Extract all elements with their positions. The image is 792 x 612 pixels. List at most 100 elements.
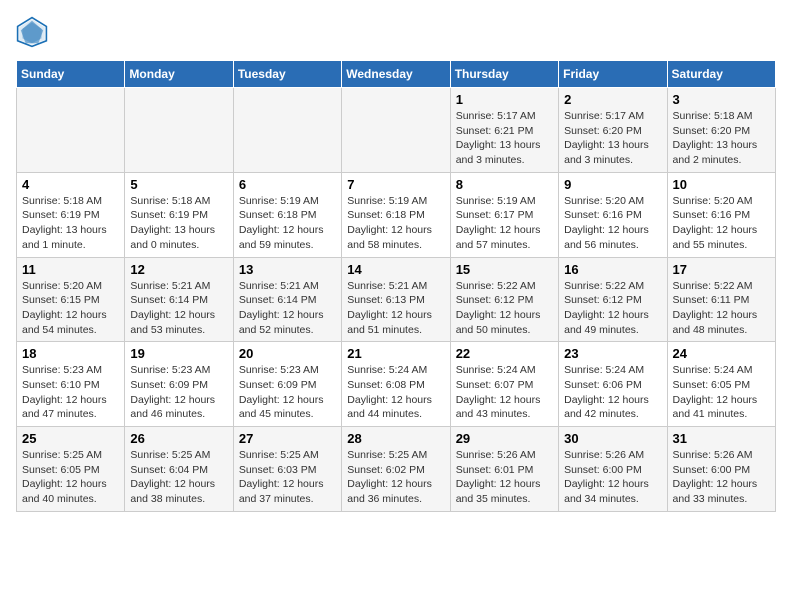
- day-cell: [17, 88, 125, 173]
- day-number: 23: [564, 346, 661, 361]
- day-info: Sunrise: 5:25 AM Sunset: 6:02 PM Dayligh…: [347, 448, 444, 507]
- day-cell: 19Sunrise: 5:23 AM Sunset: 6:09 PM Dayli…: [125, 342, 233, 427]
- day-info: Sunrise: 5:25 AM Sunset: 6:05 PM Dayligh…: [22, 448, 119, 507]
- week-row-1: 1 Sunrise: 5:17 AM Sunset: 6:21 PM Daylig…: [17, 88, 776, 173]
- day-number: 13: [239, 262, 336, 277]
- day-cell: 12 Sunrise: 5:21 AM Sunset: 6:14 PM Dayli…: [125, 257, 233, 342]
- day-number: 28: [347, 431, 444, 446]
- header-cell-saturday: Saturday: [667, 61, 775, 88]
- day-number: 4: [22, 177, 119, 192]
- day-cell: 2Sunrise: 5:17 AM Sunset: 6:20 PM Daylig…: [559, 88, 667, 173]
- day-number: 20: [239, 346, 336, 361]
- day-cell: 24 Sunrise: 5:24 AM Sunset: 6:05 PM Dayli…: [667, 342, 775, 427]
- day-info: Sunrise: 5:25 AM Sunset: 6:04 PM Dayligh…: [130, 448, 227, 507]
- calendar-body: 1 Sunrise: 5:17 AM Sunset: 6:21 PM Daylig…: [17, 88, 776, 512]
- day-info: Sunrise: 5:17 AM Sunset: 6:21 PM Dayligh…: [456, 109, 553, 168]
- day-number: 9: [564, 177, 661, 192]
- day-cell: 22 Sunrise: 5:24 AM Sunset: 6:07 PM Dayli…: [450, 342, 558, 427]
- day-cell: 15 Sunrise: 5:22 AM Sunset: 6:12 PM Dayli…: [450, 257, 558, 342]
- day-number: 12: [130, 262, 227, 277]
- calendar-table: SundayMondayTuesdayWednesdayThursdayFrid…: [16, 60, 776, 512]
- day-cell: 20 Sunrise: 5:23 AM Sunset: 6:09 PM Dayli…: [233, 342, 341, 427]
- day-number: 21: [347, 346, 444, 361]
- day-cell: 10 Sunrise: 5:20 AM Sunset: 6:16 PM Dayli…: [667, 172, 775, 257]
- day-info: Sunrise: 5:21 AM Sunset: 6:14 PM Dayligh…: [130, 279, 227, 338]
- day-number: 2: [564, 92, 661, 107]
- day-number: 18: [22, 346, 119, 361]
- day-number: 15: [456, 262, 553, 277]
- header-cell-wednesday: Wednesday: [342, 61, 450, 88]
- day-number: 25: [22, 431, 119, 446]
- day-info: Sunrise: 5:18 AM Sunset: 6:19 PM Dayligh…: [22, 194, 119, 253]
- day-cell: 11Sunrise: 5:20 AM Sunset: 6:15 PM Dayli…: [17, 257, 125, 342]
- day-number: 6: [239, 177, 336, 192]
- week-row-4: 18 Sunrise: 5:23 AM Sunset: 6:10 PM Dayli…: [17, 342, 776, 427]
- day-info: Sunrise: 5:18 AM Sunset: 6:19 PM Dayligh…: [130, 194, 227, 253]
- day-cell: 29Sunrise: 5:26 AM Sunset: 6:01 PM Dayli…: [450, 427, 558, 512]
- day-cell: 16 Sunrise: 5:22 AM Sunset: 6:12 PM Dayli…: [559, 257, 667, 342]
- day-cell: 1 Sunrise: 5:17 AM Sunset: 6:21 PM Daylig…: [450, 88, 558, 173]
- day-number: 16: [564, 262, 661, 277]
- day-number: 31: [673, 431, 770, 446]
- day-info: Sunrise: 5:24 AM Sunset: 6:08 PM Dayligh…: [347, 363, 444, 422]
- day-number: 26: [130, 431, 227, 446]
- day-cell: 8Sunrise: 5:19 AM Sunset: 6:17 PM Daylig…: [450, 172, 558, 257]
- day-number: 22: [456, 346, 553, 361]
- day-info: Sunrise: 5:19 AM Sunset: 6:17 PM Dayligh…: [456, 194, 553, 253]
- day-number: 30: [564, 431, 661, 446]
- header-cell-thursday: Thursday: [450, 61, 558, 88]
- day-cell: 18 Sunrise: 5:23 AM Sunset: 6:10 PM Dayli…: [17, 342, 125, 427]
- day-info: Sunrise: 5:19 AM Sunset: 6:18 PM Dayligh…: [347, 194, 444, 253]
- day-info: Sunrise: 5:26 AM Sunset: 6:00 PM Dayligh…: [564, 448, 661, 507]
- day-info: Sunrise: 5:21 AM Sunset: 6:14 PM Dayligh…: [239, 279, 336, 338]
- day-cell: 26 Sunrise: 5:25 AM Sunset: 6:04 PM Dayli…: [125, 427, 233, 512]
- day-info: Sunrise: 5:23 AM Sunset: 6:10 PM Dayligh…: [22, 363, 119, 422]
- logo-icon: [16, 16, 48, 48]
- day-cell: 27 Sunrise: 5:25 AM Sunset: 6:03 PM Dayli…: [233, 427, 341, 512]
- header-row: SundayMondayTuesdayWednesdayThursdayFrid…: [17, 61, 776, 88]
- day-cell: [125, 88, 233, 173]
- day-info: Sunrise: 5:20 AM Sunset: 6:16 PM Dayligh…: [673, 194, 770, 253]
- day-cell: 25 Sunrise: 5:25 AM Sunset: 6:05 PM Dayli…: [17, 427, 125, 512]
- day-info: Sunrise: 5:23 AM Sunset: 6:09 PM Dayligh…: [239, 363, 336, 422]
- week-row-5: 25 Sunrise: 5:25 AM Sunset: 6:05 PM Dayli…: [17, 427, 776, 512]
- day-number: 10: [673, 177, 770, 192]
- header-cell-sunday: Sunday: [17, 61, 125, 88]
- day-info: Sunrise: 5:23 AM Sunset: 6:09 PM Dayligh…: [130, 363, 227, 422]
- day-info: Sunrise: 5:22 AM Sunset: 6:11 PM Dayligh…: [673, 279, 770, 338]
- day-cell: 6Sunrise: 5:19 AM Sunset: 6:18 PM Daylig…: [233, 172, 341, 257]
- day-cell: 14 Sunrise: 5:21 AM Sunset: 6:13 PM Dayli…: [342, 257, 450, 342]
- day-cell: [342, 88, 450, 173]
- day-number: 24: [673, 346, 770, 361]
- day-cell: [233, 88, 341, 173]
- week-row-2: 4 Sunrise: 5:18 AM Sunset: 6:19 PM Daylig…: [17, 172, 776, 257]
- day-number: 5: [130, 177, 227, 192]
- day-info: Sunrise: 5:22 AM Sunset: 6:12 PM Dayligh…: [456, 279, 553, 338]
- header-cell-friday: Friday: [559, 61, 667, 88]
- day-number: 29: [456, 431, 553, 446]
- day-cell: 31 Sunrise: 5:26 AM Sunset: 6:00 PM Dayli…: [667, 427, 775, 512]
- day-number: 17: [673, 262, 770, 277]
- day-cell: 13 Sunrise: 5:21 AM Sunset: 6:14 PM Dayli…: [233, 257, 341, 342]
- day-info: Sunrise: 5:25 AM Sunset: 6:03 PM Dayligh…: [239, 448, 336, 507]
- day-number: 27: [239, 431, 336, 446]
- day-info: Sunrise: 5:22 AM Sunset: 6:12 PM Dayligh…: [564, 279, 661, 338]
- calendar-header: SundayMondayTuesdayWednesdayThursdayFrid…: [17, 61, 776, 88]
- day-cell: 4 Sunrise: 5:18 AM Sunset: 6:19 PM Daylig…: [17, 172, 125, 257]
- day-info: Sunrise: 5:26 AM Sunset: 6:00 PM Dayligh…: [673, 448, 770, 507]
- day-cell: 23 Sunrise: 5:24 AM Sunset: 6:06 PM Dayli…: [559, 342, 667, 427]
- day-info: Sunrise: 5:24 AM Sunset: 6:07 PM Dayligh…: [456, 363, 553, 422]
- header-cell-tuesday: Tuesday: [233, 61, 341, 88]
- week-row-3: 11Sunrise: 5:20 AM Sunset: 6:15 PM Dayli…: [17, 257, 776, 342]
- day-info: Sunrise: 5:24 AM Sunset: 6:05 PM Dayligh…: [673, 363, 770, 422]
- day-number: 14: [347, 262, 444, 277]
- day-number: 1: [456, 92, 553, 107]
- day-info: Sunrise: 5:21 AM Sunset: 6:13 PM Dayligh…: [347, 279, 444, 338]
- header-cell-monday: Monday: [125, 61, 233, 88]
- day-cell: 17 Sunrise: 5:22 AM Sunset: 6:11 PM Dayli…: [667, 257, 775, 342]
- day-cell: 30 Sunrise: 5:26 AM Sunset: 6:00 PM Dayli…: [559, 427, 667, 512]
- day-cell: 5 Sunrise: 5:18 AM Sunset: 6:19 PM Daylig…: [125, 172, 233, 257]
- day-number: 11: [22, 262, 119, 277]
- day-info: Sunrise: 5:24 AM Sunset: 6:06 PM Dayligh…: [564, 363, 661, 422]
- page-header: [16, 16, 776, 48]
